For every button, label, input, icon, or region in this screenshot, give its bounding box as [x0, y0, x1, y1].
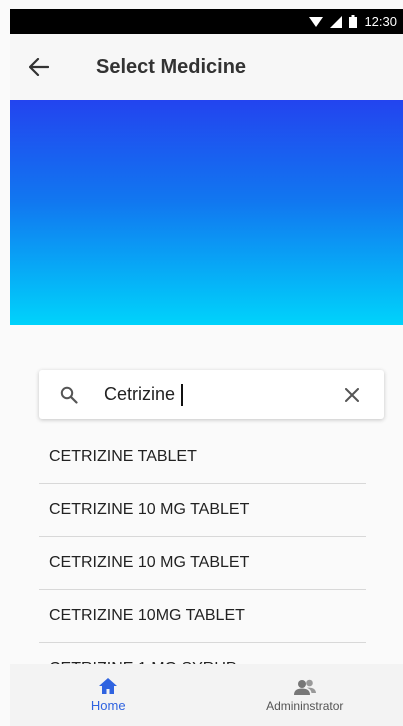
- signal-icon: [330, 15, 343, 28]
- banner-image: [10, 100, 403, 325]
- battery-icon: [349, 15, 358, 28]
- status-icons: 12:30: [309, 9, 397, 34]
- search-box[interactable]: Cetrizine: [39, 370, 384, 419]
- status-time: 12:30: [364, 14, 397, 29]
- wifi-icon: [309, 16, 324, 27]
- results-list: CETRIZINE TABLET CETRIZINE 10 MG TABLET …: [39, 431, 366, 664]
- list-item[interactable]: CETRIZINE 1 MG SYRUP: [39, 643, 366, 664]
- back-arrow-icon: [29, 58, 49, 76]
- nav-home-label: Home: [90, 698, 126, 713]
- search-input[interactable]: Cetrizine: [104, 383, 332, 406]
- nav-administrator[interactable]: Admininstrator: [207, 664, 403, 726]
- nav-administrator-label: Admininstrator: [266, 698, 344, 713]
- list-item[interactable]: CETRIZINE 10 MG TABLET: [39, 484, 366, 537]
- app-bar: Select Medicine: [10, 34, 403, 100]
- list-item[interactable]: CETRIZINE 10MG TABLET: [39, 590, 366, 643]
- list-item[interactable]: CETRIZINE 10 MG TABLET: [39, 537, 366, 590]
- home-icon: [99, 678, 118, 694]
- back-button[interactable]: [10, 34, 68, 100]
- text-cursor: [181, 383, 183, 406]
- search-input-text: Cetrizine: [104, 384, 176, 404]
- clear-search-button[interactable]: [332, 375, 372, 415]
- users-icon: [293, 679, 316, 695]
- status-bar: 12:30: [10, 9, 403, 34]
- list-item[interactable]: CETRIZINE TABLET: [39, 431, 366, 484]
- search-icon: [60, 386, 88, 404]
- page-title: Select Medicine: [96, 55, 247, 78]
- nav-home[interactable]: Home: [10, 664, 207, 726]
- bottom-nav: Home Admininstrator: [10, 664, 403, 726]
- close-icon: [345, 387, 359, 402]
